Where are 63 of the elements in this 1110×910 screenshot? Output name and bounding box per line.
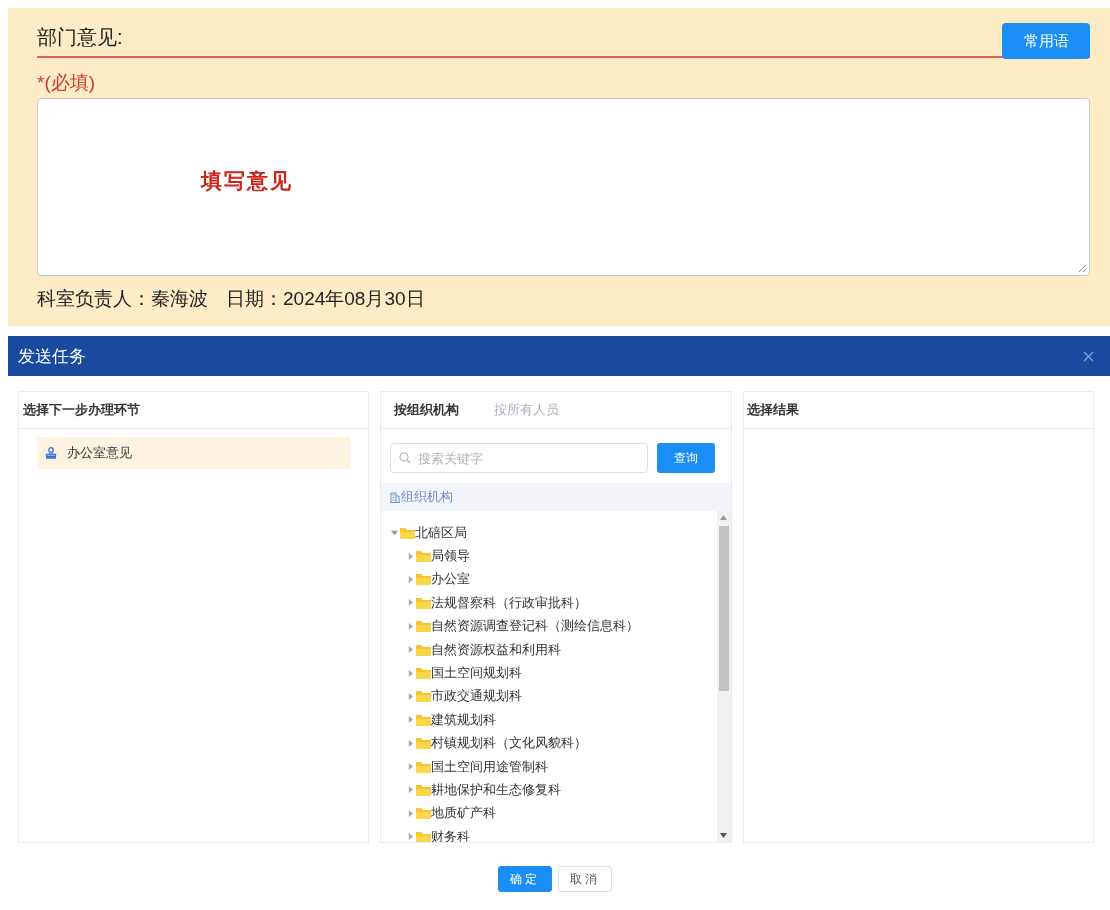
step-item[interactable]: 办公室意见 bbox=[37, 437, 351, 469]
tree-node[interactable]: 办公室 bbox=[381, 567, 717, 592]
tree-node[interactable]: 村镇规划科（文化风貌科） bbox=[381, 731, 717, 755]
caret-icon[interactable] bbox=[407, 716, 415, 724]
caret-icon[interactable] bbox=[391, 529, 399, 537]
caret-icon[interactable] bbox=[407, 669, 415, 677]
tree-node[interactable]: 国土空间用途管制科 bbox=[381, 754, 717, 779]
folder-icon bbox=[416, 713, 432, 726]
scroll-up-icon[interactable] bbox=[720, 515, 728, 520]
search-icon bbox=[399, 452, 412, 464]
tree-node[interactable]: 北碚区局 bbox=[381, 521, 717, 545]
caret-icon[interactable] bbox=[407, 739, 415, 747]
search-field[interactable]: 搜索关键字 bbox=[390, 443, 648, 473]
caret-icon[interactable] bbox=[407, 763, 415, 771]
signer-text: 科室负责人：秦海波 bbox=[37, 287, 208, 311]
folder-icon bbox=[416, 760, 432, 773]
cancel-button[interactable]: 取消 bbox=[558, 866, 612, 892]
tree-node[interactable]: 财务科 bbox=[381, 825, 717, 842]
tab[interactable]: 按组织机构 bbox=[394, 401, 460, 419]
folder-icon bbox=[416, 737, 432, 750]
panel-title: 选择下一步办理环节 bbox=[21, 401, 140, 419]
folder-icon bbox=[416, 690, 432, 703]
caret-icon[interactable] bbox=[407, 575, 415, 583]
tree-node[interactable]: 国土空间规划科 bbox=[381, 661, 717, 685]
date-text: 日期：2024年08月30日 bbox=[226, 287, 425, 311]
tree-node[interactable]: 自然资源调查登记科（测绘信息科） bbox=[381, 614, 717, 638]
required-note: *(必填) bbox=[37, 71, 96, 95]
caret-icon[interactable] bbox=[407, 599, 415, 607]
tree-node[interactable]: 法规督察科（行政审批科） bbox=[381, 591, 717, 615]
scroll-down-icon[interactable] bbox=[720, 833, 728, 838]
caret-icon[interactable] bbox=[407, 646, 415, 654]
building-icon bbox=[390, 491, 401, 503]
dialog-title: 发送任务 bbox=[18, 345, 86, 368]
caret-icon[interactable] bbox=[407, 692, 415, 700]
tree-node[interactable]: 市政交通规划科 bbox=[381, 684, 717, 709]
org-root-bar: 组织机构 bbox=[381, 483, 731, 511]
tree-node[interactable]: 局领导 bbox=[381, 544, 717, 568]
folder-icon bbox=[416, 550, 432, 563]
caret-icon[interactable] bbox=[407, 552, 415, 560]
folder-icon bbox=[416, 596, 432, 609]
panel-title: 选择结果 bbox=[746, 401, 800, 419]
caret-icon[interactable] bbox=[407, 833, 415, 841]
tree-node[interactable]: 自然资源权益和利用科 bbox=[381, 637, 717, 662]
caret-icon[interactable] bbox=[407, 786, 415, 794]
caret-icon[interactable] bbox=[407, 622, 415, 630]
close-icon[interactable] bbox=[1083, 350, 1094, 362]
stamp-icon bbox=[45, 447, 57, 459]
tree-node[interactable]: 地质矿产科 bbox=[381, 801, 717, 826]
tree-node[interactable]: 耕地保护和生态修复科 bbox=[381, 778, 717, 802]
folder-icon bbox=[416, 784, 432, 796]
caret-icon[interactable] bbox=[407, 809, 415, 817]
folder-icon bbox=[400, 526, 416, 539]
folder-icon bbox=[416, 573, 432, 586]
folder-icon bbox=[416, 620, 432, 633]
folder-icon bbox=[416, 807, 432, 820]
folder-icon bbox=[416, 643, 432, 656]
opinion-field[interactable]: 填写意见 bbox=[37, 98, 1090, 276]
resize-grip-icon[interactable] bbox=[1077, 263, 1087, 273]
tree-node[interactable]: 建筑规划科 bbox=[381, 708, 717, 732]
folder-icon bbox=[416, 667, 432, 680]
folder-icon bbox=[416, 830, 432, 842]
scrollbar[interactable] bbox=[716, 511, 731, 842]
section-label: 部门意见: bbox=[37, 25, 123, 50]
